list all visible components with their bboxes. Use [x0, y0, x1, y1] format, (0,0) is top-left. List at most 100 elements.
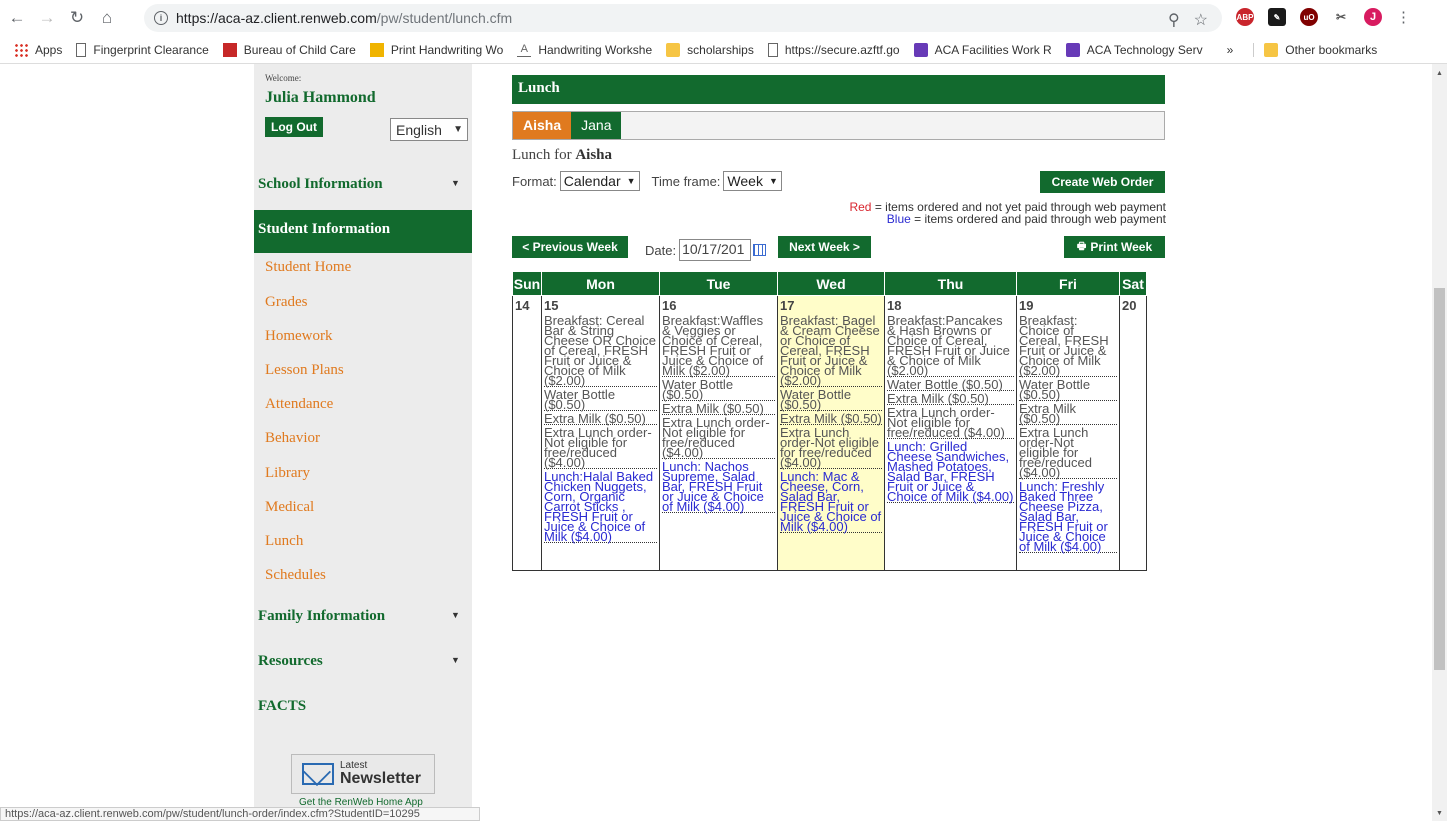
bookmark-technology[interactable]: ACA Technology Serv [1065, 42, 1203, 57]
lunch-order-item[interactable]: Extra Milk ($0.50) [1019, 402, 1117, 425]
lunch-order-item[interactable]: Water Bottle ($0.50) [662, 378, 775, 401]
print-week-button[interactable]: 🖶 Print Week [1064, 236, 1165, 258]
lunch-order-item[interactable]: Breakfast:Pancakes & Hash Browns or Choi… [887, 314, 1014, 377]
lunch-order-item[interactable]: Breakfast:Waffles & Veggies or Choice of… [662, 314, 775, 377]
menu-icon[interactable]: ⋮ [1396, 8, 1411, 26]
caret-down-icon: ▼ [451, 610, 460, 620]
bookmark-fingerprint[interactable]: Fingerprint Clearance [76, 42, 209, 57]
nav-lesson-plans[interactable]: Lesson Plans [265, 362, 344, 379]
profile-avatar[interactable]: J [1364, 8, 1382, 26]
dropdown-arrow-icon: ▼ [453, 124, 463, 135]
lunch-order-item[interactable]: Extra Milk ($0.50) [780, 412, 882, 425]
lunch-order-item[interactable]: Extra Milk ($0.50) [544, 412, 657, 425]
home-icon[interactable]: ⌂ [94, 5, 120, 31]
lunch-for-heading: Lunch for Aisha [512, 147, 612, 164]
calendar-day-cell: 15 Breakfast: Cereal Bar & String Cheese … [541, 295, 660, 571]
nav-student-home[interactable]: Student Home [265, 259, 351, 276]
nav-attendance[interactable]: Attendance [265, 396, 333, 413]
dropdown-arrow-icon: ▼ [768, 176, 778, 186]
bookmark-label: ACA Facilities Work R [934, 42, 1052, 57]
bookmark-label: Other bookmarks [1285, 42, 1378, 57]
lunch-order-item[interactable]: Breakfast: Choice of Cereal, FRESH Fruit… [1019, 314, 1117, 377]
newsletter-button[interactable]: Latest Newsletter [291, 754, 435, 794]
lunch-order-item[interactable]: Water Bottle ($0.50) [1019, 378, 1117, 401]
star-icon[interactable]: ☆ [1194, 10, 1208, 30]
nav-family-information[interactable]: Family Information ▼ [258, 608, 460, 625]
date-label: Date: [645, 242, 677, 258]
nav-homework[interactable]: Homework [265, 328, 333, 345]
scroll-down-icon[interactable]: ▼ [1436, 810, 1443, 817]
timeframe-select[interactable]: Week ▼ [723, 171, 782, 191]
welcome-label: Welcome: [265, 73, 302, 83]
lunch-order-item[interactable]: Breakfast: Bagel & Cream Cheese or Choic… [780, 314, 882, 387]
forward-icon[interactable]: → [34, 5, 60, 31]
bookmark-label: Handwriting Workshe [538, 42, 653, 57]
lunch-order-item[interactable]: Extra Milk ($0.50) [887, 392, 1014, 405]
tab-jana[interactable]: Jana [571, 112, 622, 139]
nav-grades[interactable]: Grades [265, 294, 307, 311]
next-week-button[interactable]: Next Week > [778, 236, 871, 258]
bookmark-facilities[interactable]: ACA Facilities Work R [913, 42, 1052, 57]
nav-medical[interactable]: Medical [265, 499, 314, 516]
nav-schedules[interactable]: Schedules [265, 567, 326, 584]
header-fri: Fri [1016, 271, 1120, 296]
lunch-order-paid[interactable]: Lunch: Grilled Cheese Sandwiches, Mashed… [887, 440, 1014, 503]
bookmark-label: ACA Technology Serv [1086, 42, 1203, 57]
vertical-scrollbar[interactable]: ▲ ▼ [1432, 64, 1447, 821]
lunch-order-paid[interactable]: Lunch: Nachos Supreme, Salad Bar, FRESH … [662, 460, 775, 513]
tab-aisha[interactable]: Aisha [513, 112, 572, 139]
nav-school-information[interactable]: School Information ▼ [258, 176, 460, 193]
nav-resources[interactable]: Resources ▼ [258, 653, 460, 670]
bookmark-handwriting-worksheet[interactable]: A Handwriting Workshe [517, 43, 652, 57]
lunch-order-item[interactable]: Extra Lunch order-Not eligible for free/… [887, 406, 1014, 439]
calendar-day-cell: 19 Breakfast: Choice of Cereal, FRESH Fru… [1016, 295, 1120, 571]
nav-facts[interactable]: FACTS [258, 698, 306, 715]
lunch-order-item[interactable]: Water Bottle ($0.50) [887, 378, 1014, 391]
sidebar: Welcome: Julia Hammond Log Out English ▼ … [254, 64, 472, 821]
lunch-order-item[interactable]: Breakfast: Cereal Bar & String Cheese OR… [544, 314, 657, 387]
lunch-order-item[interactable]: Extra Lunch order-Not eligible for free/… [1019, 426, 1117, 479]
bookmark-apps[interactable]: Apps [14, 42, 62, 57]
calendar-week-row: 14 15 Breakfast: Cereal Bar & String Chees… [512, 295, 1147, 571]
logout-button[interactable]: Log Out [265, 117, 323, 137]
info-icon[interactable]: i [154, 11, 168, 25]
pdf-extension-icon[interactable]: ✎ [1268, 8, 1286, 26]
lunch-order-item[interactable]: Extra Lunch order-Not eligible for free/… [662, 416, 775, 459]
lunch-order-item[interactable]: Water Bottle ($0.50) [544, 388, 657, 411]
language-select[interactable]: English ▼ [390, 118, 468, 141]
nav-library[interactable]: Library [265, 465, 310, 482]
calendar-icon[interactable] [753, 244, 767, 256]
bookmark-print-handwriting[interactable]: Print Handwriting Wo [369, 42, 503, 57]
scrollbar-thumb[interactable] [1434, 288, 1445, 670]
adblock-extension-icon[interactable]: ABP [1236, 8, 1254, 26]
date-input[interactable]: 10/17/201 [679, 239, 752, 261]
lunch-order-paid[interactable]: Lunch: Freshly Baked Three Cheese Pizza,… [1019, 480, 1117, 553]
caret-down-icon: ▼ [451, 178, 460, 188]
lunch-order-item[interactable]: Extra Lunch order-Not eligible for free/… [780, 426, 882, 469]
other-bookmarks[interactable]: Other bookmarks [1253, 42, 1378, 57]
url-host: https://aca-az.client.renweb.com [176, 10, 377, 26]
nav-behavior[interactable]: Behavior [265, 430, 320, 447]
format-select[interactable]: Calendar ▼ [559, 171, 640, 191]
back-icon[interactable]: ← [4, 5, 30, 31]
reload-icon[interactable]: ↻ [64, 5, 90, 31]
lunch-order-item[interactable]: Extra Lunch order-Not eligible for free/… [544, 426, 657, 469]
nav-student-information[interactable]: Student Information [254, 210, 472, 253]
day-number: 20 [1122, 298, 1137, 313]
lunch-order-paid[interactable]: Lunch: Mac & Cheese, Corn, Salad Bar, FR… [780, 470, 882, 533]
more-bookmarks-button[interactable]: » [1227, 43, 1234, 57]
previous-week-button[interactable]: < Previous Week [512, 236, 628, 258]
lunch-order-item[interactable]: Water Bottle ($0.50) [780, 388, 882, 411]
ublock-extension-icon[interactable]: uO [1300, 8, 1318, 26]
lunch-order-paid[interactable]: Lunch:Halal Baked Chicken Nuggets, Corn,… [544, 470, 657, 543]
bookmark-scholarships[interactable]: scholarships [666, 42, 754, 57]
nav-lunch[interactable]: Lunch [265, 533, 303, 550]
bookmark-azftf[interactable]: https://secure.azftf.go [767, 42, 900, 57]
bookmark-childcare[interactable]: Bureau of Child Care [222, 42, 356, 57]
scroll-up-icon[interactable]: ▲ [1436, 70, 1443, 77]
address-bar[interactable]: i https://aca-az.client.renweb.com/pw/st… [144, 4, 1222, 32]
lunch-order-item[interactable]: Extra Milk ($0.50) [662, 402, 775, 415]
extension-icon[interactable]: ✂ [1332, 8, 1350, 26]
zoom-icon[interactable]: ⚲ [1168, 10, 1180, 30]
create-web-order-button[interactable]: Create Web Order [1040, 171, 1165, 193]
